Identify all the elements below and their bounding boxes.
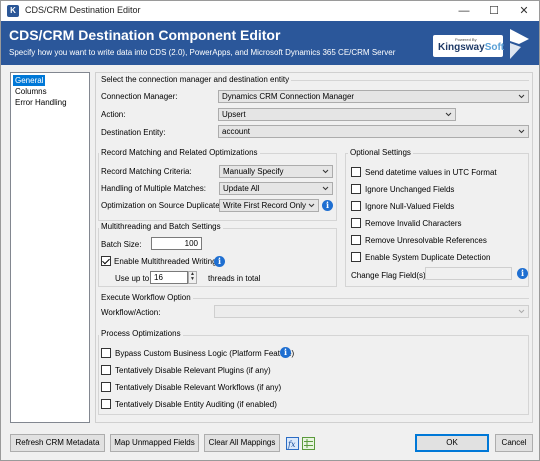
editor-window: K CDS/CRM Destination Editor — ☐ ✕ CDS/C… [0,0,540,461]
refresh-crm-metadata-button[interactable]: Refresh CRM Metadata [10,434,105,452]
bypass-business-logic-checkbox[interactable] [101,348,111,358]
batch-size-label: Batch Size: [101,240,142,249]
threads-suffix-label: threads in total [208,274,261,283]
close-button[interactable]: ✕ [509,1,539,21]
clear-all-mappings-button[interactable]: Clear All Mappings [204,434,280,452]
dynamics-logo-icon [510,29,529,59]
disable-plugins-label: Tentatively Disable Relevant Plugins (if… [115,366,271,375]
record-matching-criteria-value: Manually Specify [223,167,284,176]
logo-kingsway: Kingsway [438,42,485,53]
connection-section-title: Select the connection manager and destin… [99,75,292,84]
nav-item-columns[interactable]: Columns [13,86,49,97]
optional-settings-section-title: Optional Settings [348,148,413,157]
destination-entity-label: Destination Entity: [101,128,166,137]
multiple-matches-select[interactable]: Update All [219,182,333,195]
chevron-down-icon [322,169,329,174]
utc-format-label: Send datetime values in UTC Format [365,168,497,177]
bypass-business-logic-label: Bypass Custom Business Logic (Platform F… [115,349,295,358]
chevron-down-icon [518,94,525,99]
threads-stepper[interactable]: ▲ ▼ [188,271,197,284]
maximize-button[interactable]: ☐ [479,1,509,21]
source-duplicates-value: Write First Record Only [223,201,306,210]
ok-button[interactable]: OK [415,434,489,452]
title-bar: K CDS/CRM Destination Editor — ☐ ✕ [1,1,539,21]
batch-size-input[interactable]: 100 [151,237,202,250]
source-duplicates-label: Optimization on Source Duplicates: [101,201,226,210]
multithreading-section-title: Multithreading and Batch Settings [99,222,223,231]
workflow-action-label: Workflow/Action: [101,308,161,317]
remove-invalid-label: Remove Invalid Characters [365,219,462,228]
remove-unresolvable-checkbox[interactable] [351,235,361,245]
app-icon: K [7,5,19,17]
change-flag-input[interactable] [425,267,512,280]
process-optimizations-section-title: Process Optimizations [99,329,183,338]
connection-manager-value: Dynamics CRM Connection Manager [222,92,355,101]
record-matching-section-title: Record Matching and Related Optimization… [99,148,260,157]
threads-input[interactable]: 16 [150,271,188,284]
info-icon[interactable]: i [214,256,225,267]
left-nav: General Columns Error Handling [10,72,90,423]
workflow-section-title: Execute Workflow Option [99,293,193,302]
chevron-down-icon [445,112,452,117]
chevron-down-icon [308,203,315,208]
action-label: Action: [101,110,126,119]
workflow-action-select[interactable] [214,305,529,318]
action-select[interactable]: Upsert [218,108,456,121]
cancel-button[interactable]: Cancel [495,434,533,452]
nav-item-error-handling[interactable]: Error Handling [13,97,69,108]
logo-soft: Soft [484,42,505,53]
connection-manager-label: Connection Manager: [101,92,178,101]
source-duplicates-select[interactable]: Write First Record Only [219,199,319,212]
stepper-down-icon[interactable]: ▼ [189,277,196,282]
destination-entity-value: account [222,127,251,136]
map-unmapped-fields-button[interactable]: Map Unmapped Fields [110,434,199,452]
chevron-down-icon [322,186,329,191]
record-matching-criteria-select[interactable]: Manually Specify [219,165,333,178]
expression-editor-icon[interactable]: fx [286,437,299,450]
duplicate-detection-checkbox[interactable] [351,252,361,262]
logo-wordmark: KingswaySoft [438,42,504,53]
remove-invalid-checkbox[interactable] [351,218,361,228]
chevron-down-icon [518,309,525,314]
header-subtitle: Specify how you want to write data into … [9,48,396,57]
disable-workflows-label: Tentatively Disable Relevant Workflows (… [115,383,282,392]
nav-item-general[interactable]: General [13,75,46,86]
disable-auditing-checkbox[interactable] [101,399,111,409]
use-up-to-label: Use up to [115,274,150,283]
enable-multithreaded-label: Enable Multithreaded Writing [114,257,217,266]
ignore-null-checkbox[interactable] [351,201,361,211]
info-icon[interactable]: i [280,347,291,358]
ignore-null-label: Ignore Null-Valued Fields [365,202,455,211]
utc-format-checkbox[interactable] [351,167,361,177]
variables-icon[interactable] [302,437,315,450]
change-flag-label: Change Flag Field(s): [351,271,428,280]
multiple-matches-label: Handling of Multiple Matches: [101,184,206,193]
minimize-button[interactable]: — [449,1,479,21]
header-title: CDS/CRM Destination Component Editor [9,27,281,43]
destination-entity-select[interactable]: account [218,125,529,138]
chevron-down-icon [518,129,525,134]
disable-auditing-label: Tentatively Disable Entity Auditing (if … [115,400,277,409]
record-matching-criteria-label: Record Matching Criteria: [101,167,192,176]
remove-unresolvable-label: Remove Unresolvable References [365,236,487,245]
connection-manager-select[interactable]: Dynamics CRM Connection Manager [218,90,529,103]
window-title: CDS/CRM Destination Editor [25,5,141,15]
disable-plugins-checkbox[interactable] [101,365,111,375]
svg-text:fx: fx [287,440,296,449]
enable-multithreaded-checkbox[interactable] [101,256,111,266]
disable-workflows-checkbox[interactable] [101,382,111,392]
multiple-matches-value: Update All [223,184,260,193]
kingswaysoft-logo: Powered By KingswaySoft [433,35,504,57]
action-value: Upsert [222,110,246,119]
duplicate-detection-label: Enable System Duplicate Detection [365,253,491,262]
info-icon[interactable]: i [517,268,528,279]
ignore-unchanged-checkbox[interactable] [351,184,361,194]
ignore-unchanged-label: Ignore Unchanged Fields [365,185,455,194]
info-icon[interactable]: i [322,200,333,211]
